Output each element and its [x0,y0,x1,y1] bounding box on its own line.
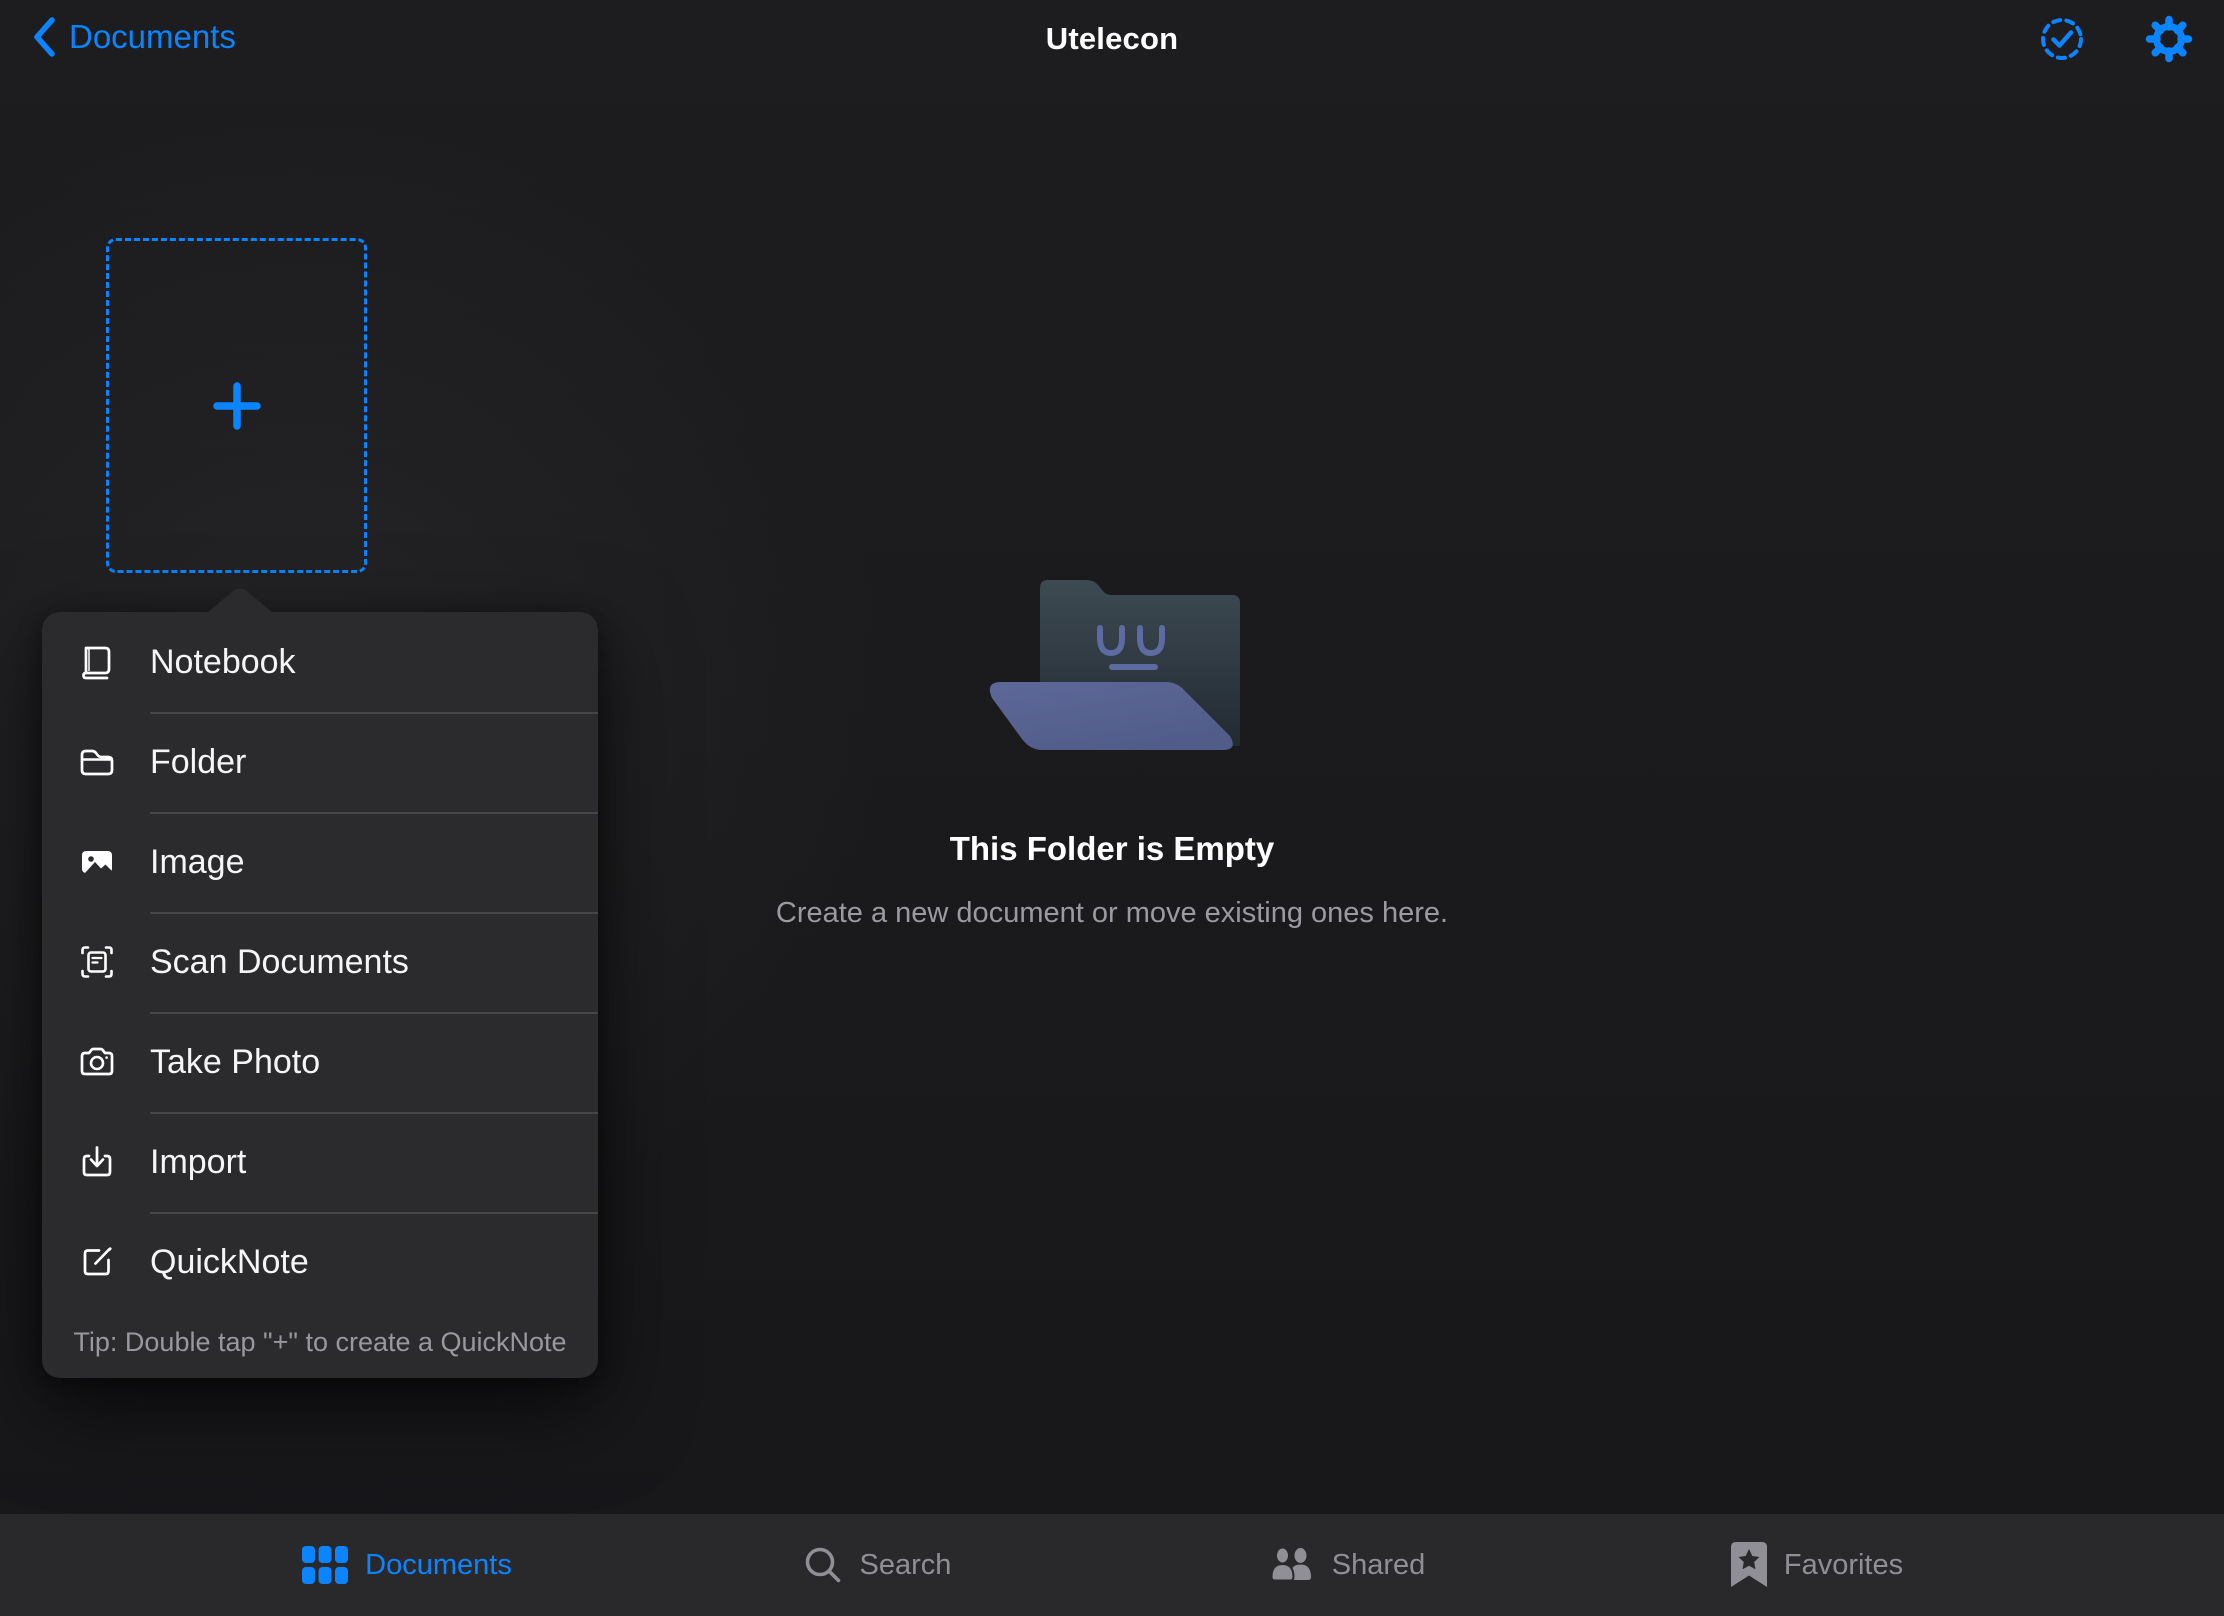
empty-state-title: This Folder is Empty [0,830,2224,868]
grid-icon [302,1546,348,1584]
menu-item-notebook[interactable]: Notebook [42,612,598,712]
tab-documents[interactable]: Documents [172,1546,642,1584]
tab-label: Documents [365,1549,512,1582]
camera-icon [78,1043,116,1081]
tab-label: Shared [1332,1549,1426,1582]
menu-item-label: Notebook [150,643,296,682]
tab-search[interactable]: Search [642,1545,1112,1585]
tab-label: Favorites [1784,1549,1903,1582]
tab-bar: Documents Search [0,1513,2224,1616]
top-navigation-bar: Documents Utelecon [0,0,2224,78]
menu-item-label: Take Photo [150,1043,320,1082]
bookmark-icon [1731,1542,1767,1588]
menu-item-label: Folder [150,743,246,782]
notebook-icon [78,643,116,681]
check-circle-dashed-icon[interactable] [2038,15,2086,63]
menu-item-label: Scan Documents [150,943,409,982]
folder-icon [78,743,116,781]
menu-item-label: QuickNote [150,1243,309,1282]
tab-label: Search [860,1549,952,1582]
search-icon [803,1545,843,1585]
new-document-popover: Notebook Folder Image [42,612,598,1378]
quicknote-icon [78,1243,116,1281]
app-screen: Documents Utelecon [0,0,2224,1616]
menu-item-label: Import [150,1143,246,1182]
tab-favorites[interactable]: Favorites [1582,1542,2052,1588]
scan-documents-icon [78,943,116,981]
menu-item-take-photo[interactable]: Take Photo [42,1012,598,1112]
plus-icon [213,382,261,430]
quicknote-tip-text: Tip: Double tap "+" to create a QuickNot… [42,1312,598,1378]
people-icon [1269,1545,1315,1585]
import-icon [78,1143,116,1181]
popover-arrow [207,586,273,613]
gear-icon[interactable] [2144,14,2194,64]
new-document-tile[interactable] [106,238,367,573]
empty-folder-illustration [984,576,1240,756]
page-title: Utelecon [0,21,2224,57]
menu-item-folder[interactable]: Folder [42,712,598,812]
tab-shared[interactable]: Shared [1112,1545,1582,1585]
menu-item-quicknote[interactable]: QuickNote [42,1212,598,1312]
empty-state-subtitle: Create a new document or move existing o… [0,897,2224,930]
menu-item-import[interactable]: Import [42,1112,598,1212]
